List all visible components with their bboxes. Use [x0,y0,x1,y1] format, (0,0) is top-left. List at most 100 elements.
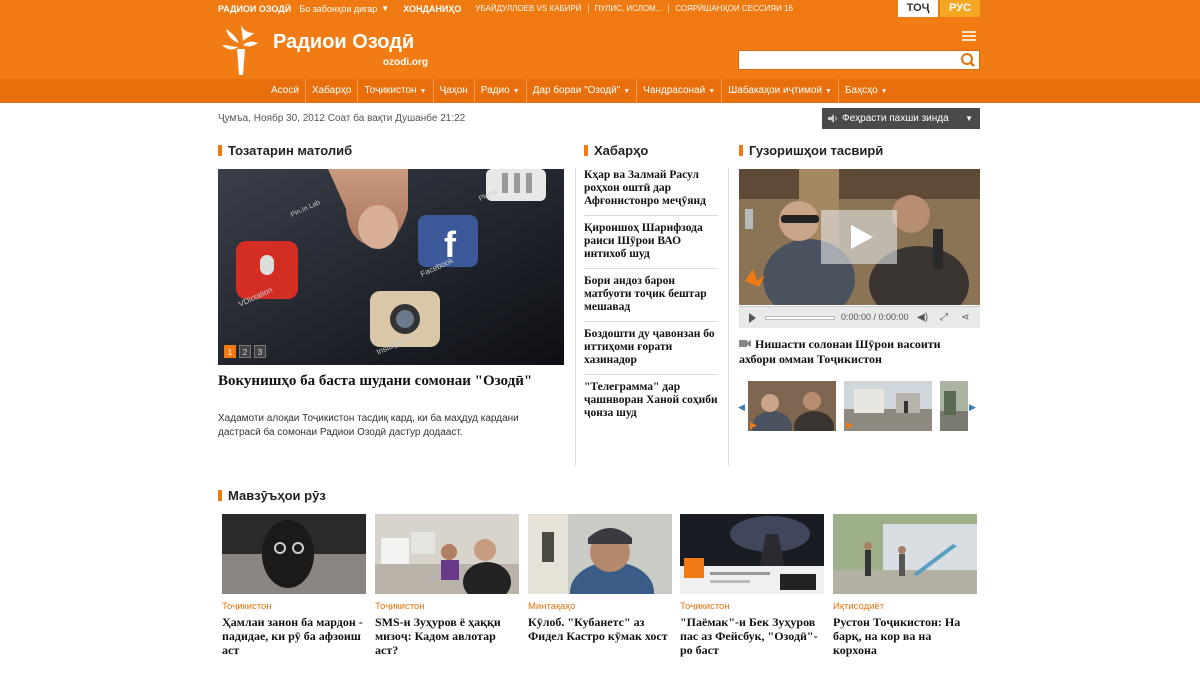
arrow-right-icon[interactable]: ▶ [969,402,976,413]
lead-story-image[interactable]: f VDictation Facebook Instagram Pin.In L… [218,169,564,365]
play-icon [750,422,757,429]
chevron-down-icon: ▼ [623,88,631,95]
pager-button[interactable]: 3 [254,345,266,358]
nav-label: Баҳсҳо [844,85,878,96]
news-headline-link[interactable]: Бори андоз барон матбуоти тоҷик бештар м… [584,274,718,322]
volume-icon[interactable]: ◀) [917,312,928,323]
topic-card[interactable]: Тоҷикистон SMS-и Зуҳуров ё ҳаққи мизоҷ: … [375,514,519,657]
nav-item-about[interactable]: Дар бораи "Озодӣ" ▼ [525,79,637,103]
topbar-brand[interactable]: РАДИОИ ОЗОДӢ [218,4,291,14]
chevron-down-icon: ▼ [708,88,716,95]
search-button[interactable] [958,50,980,70]
video-thumbnail[interactable] [940,381,968,431]
play-button[interactable] [821,210,897,264]
live-schedule-button[interactable]: Феҳрасти пахши зинда ▼ [822,108,980,129]
nav-item-debates[interactable]: Баҳсҳо ▼ [837,79,894,103]
logo-title[interactable]: Радиои Озодӣ [273,31,414,54]
lead-story-headline[interactable]: Вокунишҳо ба баста шудани сомонаи "Озодӣ… [218,373,564,390]
video-caption[interactable]: Нишасти солонаи Шӯрои васоити ахбори омм… [739,337,980,367]
thumbnail-image [748,381,836,431]
thumbnail-image [940,381,968,431]
live-schedule-label: Феҳрасти пахши зинда [842,113,949,124]
topic-card[interactable]: Иқтисодиёт Рустон Тоҷикистон: На барқ, н… [833,514,977,657]
chevron-down-icon: ▼ [512,88,520,95]
chevron-down-icon: ▼ [825,88,832,95]
news-list: Кҳар ва Залмай Расул роҳхон оштӣ дар Афғ… [584,168,718,432]
current-date: Ҷумъа, Ноябр 30, 2012 Соат ба вақти Душа… [218,113,466,124]
pager-button[interactable]: 2 [239,345,251,358]
trending-link[interactable]: СОЯРӢШАНҲОИ СЕССИЯИ 16 [668,4,799,13]
logo-site-url[interactable]: ozodi.org [383,57,428,68]
thumbnail-image [844,381,932,431]
section-title-latest: Тозатарин матолиб [218,143,352,158]
column-divider [728,168,729,466]
topic-image[interactable] [222,514,366,594]
language-russian-button[interactable]: РУС [940,0,980,17]
chevron-down-icon: ▼ [419,88,427,95]
nav-label: Дар бораи "Озодӣ" [532,85,621,96]
news-headline-link[interactable]: "Телеграмма" дар ҷашнворан Ханой соҳиби … [584,380,718,427]
column-divider [575,168,576,466]
share-icon[interactable]: ⋖ [961,312,969,323]
topic-headline[interactable]: Кӯлоб. "Кубанетс" аз Фидел Кастро кӯмак … [528,615,672,643]
nav-item-home[interactable]: Асосӣ [265,79,305,103]
topic-headline[interactable]: "Паёмак"-и Бек Зуҳуров пас аз Фейсбук, "… [680,615,824,657]
topic-category[interactable]: Иқтисодиёт [833,601,977,612]
section-title-topics: Мавзӯъҳои рӯз [218,488,326,503]
topic-card[interactable]: Минтақаҳо Кӯлоб. "Кубанетс" аз Фидел Кас… [528,514,672,643]
topic-category[interactable]: Тоҷикистон [375,601,519,612]
topic-category[interactable]: Минтақаҳо [528,601,672,612]
video-thumbnail[interactable] [844,381,932,431]
topic-card[interactable]: Тоҷикистон Ҳамлаи занон ба мардон - пади… [222,514,366,657]
video-controls: 0:00:00 / 0:00:00 ◀) ⤢ ⋖ [739,306,980,328]
nav-label: Чандрасонаӣ [643,85,706,96]
topic-image[interactable] [833,514,977,594]
topic-headline[interactable]: Рустон Тоҷикистон: На барқ, на кор ва на… [833,615,977,657]
factory-entrance-photo [833,514,977,594]
topic-image[interactable] [528,514,672,594]
topbar-links: РАДИОИ ОЗОДӢ Бо забонҳои дигар ▼ ХОНДАНИ… [218,0,799,17]
nav-item-world[interactable]: Ҷаҳон [432,79,474,103]
trending-link[interactable]: УБАЙДУЛЛОЕВ VS КАБИРӢ [475,4,587,13]
nav-label: Шабакаҳои иҷтимоӣ [728,85,823,96]
pager-button[interactable]: 1 [224,345,236,358]
nav-item-radio[interactable]: Радио ▼ [473,79,526,103]
slideshow-pager: 1 2 3 [224,345,266,358]
nav-item-social[interactable]: Шабакаҳои иҷтимоӣ ▼ [721,79,838,103]
facebook-page-photo [680,514,824,594]
topic-headline[interactable]: Ҳамлаи занон ба мардон - падидае, ки рӯ … [222,615,366,657]
nav-list: Асосӣ Хабарҳо Тоҷикистон ▼ Ҷаҳон Радио ▼ Д… [265,79,894,103]
video-thumbnail[interactable] [748,381,836,431]
arrow-left-icon[interactable]: ◀ [738,402,745,413]
chevron-down-icon: ▼ [965,114,973,123]
nav-item-tajikistan[interactable]: Тоҷикистон ▼ [357,79,432,103]
news-headline-link[interactable]: Боздошти ду ҷавонзан бо иттиҳоми ғорати … [584,327,718,375]
nav-item-multimedia[interactable]: Чандрасонаӣ ▼ [636,79,721,103]
play-icon[interactable] [749,313,756,323]
nav-label: Радио [480,85,510,96]
lead-story-summary: Хадамоти алоқаи Тоҷикистон тасдиқ кард, … [218,413,519,438]
other-languages-link[interactable]: Бо забонҳои дигар [299,4,377,14]
news-headline-link[interactable]: Кҳар ва Залмай Расул роҳхон оштӣ дар Афғ… [584,168,718,216]
chevron-down-icon[interactable]: ▼ [381,4,389,13]
nav-item-news[interactable]: Хабарҳо [304,79,357,103]
fullscreen-icon[interactable]: ⤢ [940,312,948,323]
topic-image[interactable] [375,514,519,594]
menu-icon[interactable] [962,31,976,41]
language-tajik-button[interactable]: ТОҶ [898,0,938,17]
nav-label: Ҷаҳон [439,85,468,96]
search-input[interactable] [738,50,960,70]
topic-card[interactable]: Тоҷикистон "Паёмак"-и Бек Зуҳуров пас аз… [680,514,824,657]
nav-label: Тоҷикистон [364,85,417,96]
flame-logo-icon[interactable] [218,23,264,77]
trending-link[interactable]: ПУЛИС, ИСЛОМ... [587,4,669,13]
computer-room-photo [375,514,519,594]
topic-category[interactable]: Тоҷикистон [222,601,366,612]
topic-image[interactable] [680,514,824,594]
topic-category[interactable]: Тоҷикистон [680,601,824,612]
elderly-man-photo [528,514,672,594]
topic-headline[interactable]: SMS-и Зуҳуров ё ҳаққи мизоҷ: Кадом авлот… [375,615,519,657]
news-headline-link[interactable]: Қироншоҳ Шарифзода раиси Шӯрои ВАО интих… [584,221,718,269]
video-progress-slider[interactable] [765,316,835,320]
nav-label: Асосӣ [271,85,299,96]
